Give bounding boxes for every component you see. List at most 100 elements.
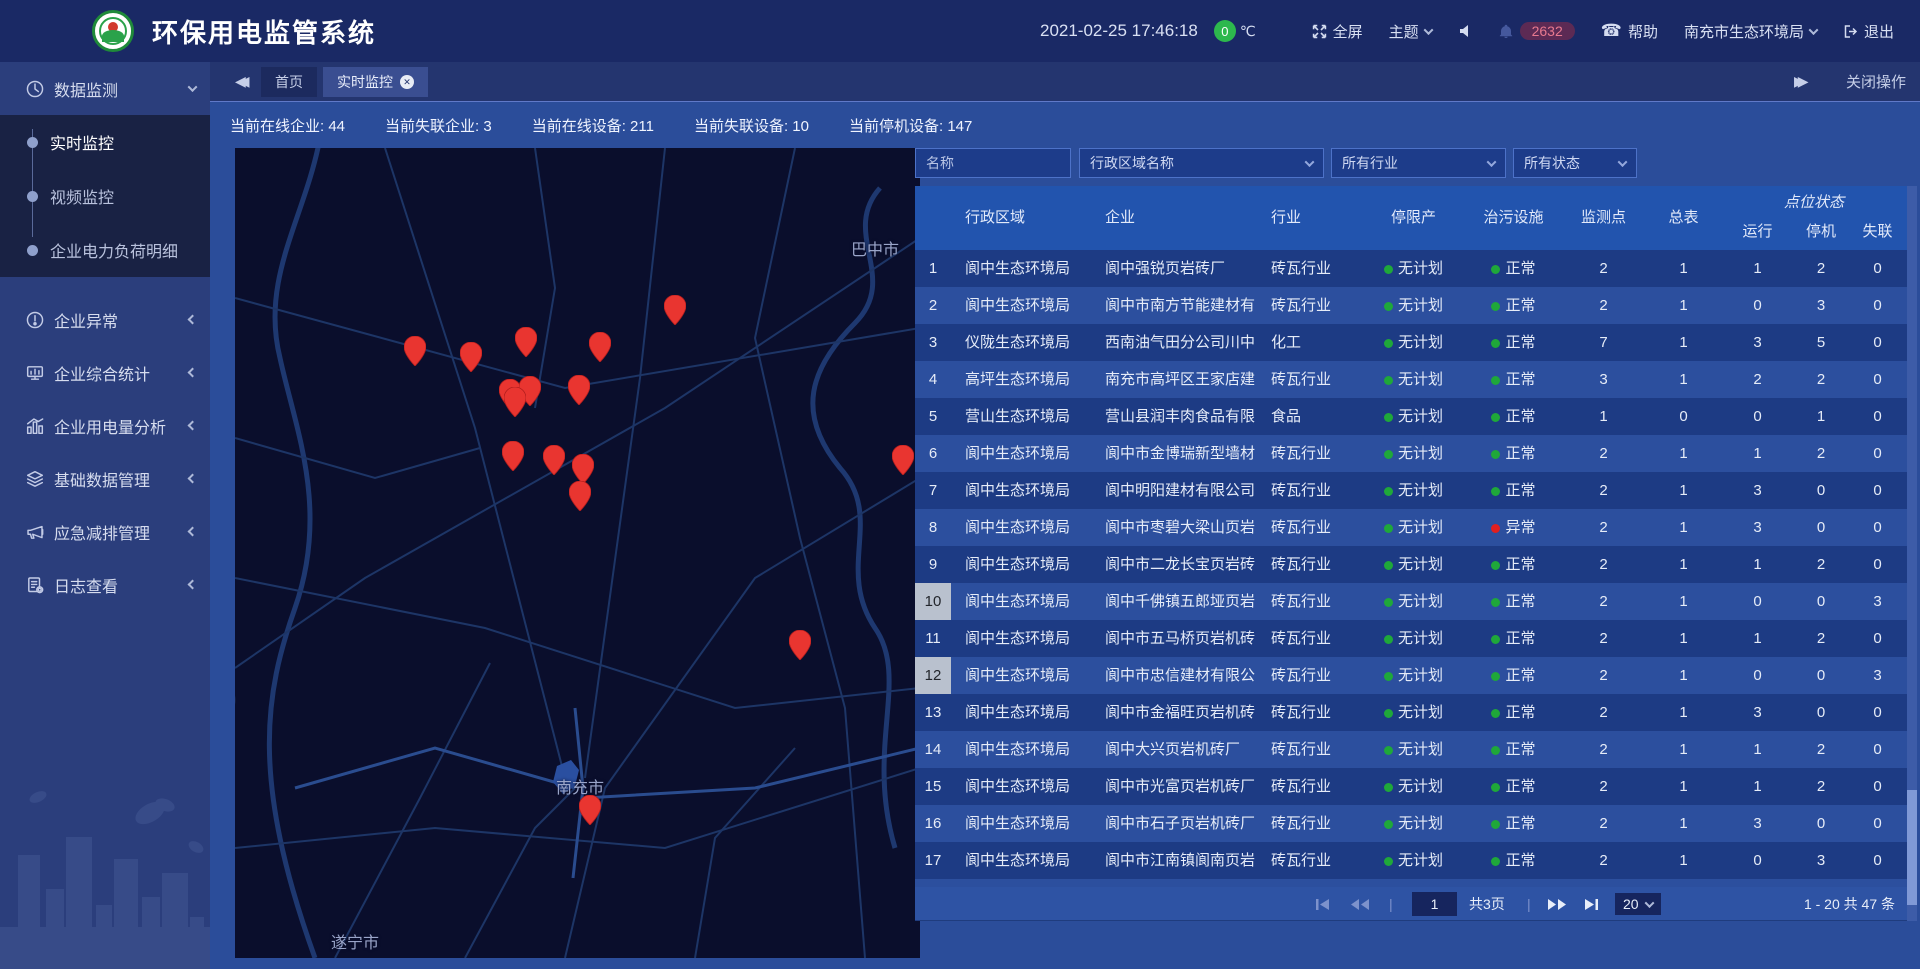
column-header[interactable]: 行业	[1267, 186, 1361, 250]
logout-button[interactable]: 退出	[1843, 21, 1894, 42]
column-header[interactable]: 企业	[1091, 186, 1267, 250]
map-marker-icon[interactable]	[543, 445, 565, 475]
map-marker-icon[interactable]	[589, 332, 611, 362]
column-header[interactable]: 失联	[1848, 220, 1907, 250]
table-row[interactable]: 13阆中生态环境局阆中市金福旺页岩机砖砖瓦行业无计划正常21300	[915, 694, 1907, 731]
status-filter-select[interactable]: 所有状态	[1513, 148, 1637, 178]
tabs-scroll-left-button[interactable]: ◀◀	[235, 73, 261, 90]
sidebar-item-4[interactable]: 基础数据管理	[0, 452, 210, 505]
sidebar-subitem-企业电力负荷明细[interactable]: 企业电力负荷明细	[0, 223, 210, 277]
map-marker-icon[interactable]	[568, 375, 590, 405]
first-page-button[interactable]	[1315, 887, 1331, 921]
table-row[interactable]: 16阆中生态环境局阆中市石子页岩机砖厂砖瓦行业无计划正常21300	[915, 805, 1907, 842]
map-marker-icon[interactable]	[404, 336, 426, 366]
status-dot-icon	[1491, 376, 1500, 385]
column-header[interactable]: 行政区域	[951, 186, 1091, 250]
table-row[interactable]: 11阆中生态环境局阆中市五马桥页岩机砖砖瓦行业无计划正常21120	[915, 620, 1907, 657]
notifications[interactable]: 2632	[1498, 22, 1575, 40]
fullscreen-button[interactable]: 全屏	[1312, 21, 1363, 42]
map-roads	[235, 148, 920, 958]
table-row[interactable]: 4高坪生态环境局南充市高坪区王家店建砖瓦行业无计划正常31220	[915, 361, 1907, 398]
status-dot-icon	[1384, 635, 1393, 644]
sidebar-item-5[interactable]: 应急减排管理	[0, 505, 210, 558]
chevron-left-icon	[188, 527, 198, 537]
table-row[interactable]: 8阆中生态环境局阆中市枣碧大梁山页岩砖瓦行业无计划异常21300	[915, 509, 1907, 546]
scrollbar-thumb[interactable]	[1907, 790, 1917, 905]
next-page-button[interactable]	[1547, 887, 1567, 921]
app-header: 环保用电监管系统 2021-02-25 17:46:18 0 ℃ 全屏 主题	[0, 0, 1920, 62]
chevron-left-icon	[188, 421, 198, 431]
sidebar-item-6[interactable]: 日志查看	[0, 558, 210, 611]
sidebar-subitem-实时监控[interactable]: 实时监控	[0, 115, 210, 169]
column-header[interactable]: 运行	[1721, 220, 1794, 250]
monitoring-panel: 行政区域名称 所有行业 所有状态 行政区域企业行业停限产治污设施监测点总表点位状…	[915, 148, 1907, 958]
enterprise-alert-icon	[26, 311, 44, 329]
table-row[interactable]: 9阆中生态环境局阆中市二龙长宝页岩砖砖瓦行业无计划正常21120	[915, 546, 1907, 583]
table-row[interactable]: 15阆中生态环境局阆中市光富页岩机砖厂砖瓦行业无计划正常21120	[915, 768, 1907, 805]
region-filter-select[interactable]: 行政区域名称	[1079, 148, 1324, 178]
name-input[interactable]	[926, 155, 1060, 171]
tab-首页[interactable]: 首页	[261, 67, 317, 97]
sidebar-item-2[interactable]: 企业综合统计	[0, 346, 210, 399]
sound-toggle[interactable]	[1458, 24, 1472, 38]
theme-dropdown[interactable]: 主题	[1389, 21, 1432, 42]
column-header[interactable]: 停机	[1794, 220, 1848, 250]
column-header[interactable]: 治污设施	[1466, 186, 1561, 250]
industry-filter-select[interactable]: 所有行业	[1331, 148, 1506, 178]
map-marker-icon[interactable]	[504, 387, 526, 417]
table-row[interactable]: 18南部生态环境局南部县砌华水泥有限公建材加工无计划正常21030	[915, 879, 1907, 887]
page-number-input[interactable]	[1412, 892, 1457, 916]
map-marker-icon[interactable]	[892, 445, 914, 475]
map-marker-icon[interactable]	[572, 454, 594, 484]
status-dot-icon	[1491, 783, 1500, 792]
table-row[interactable]: 2阆中生态环境局阆中市南方节能建材有砖瓦行业无计划正常21030	[915, 287, 1907, 324]
status-dot-icon	[1491, 339, 1500, 348]
temperature-unit: ℃	[1240, 23, 1256, 40]
last-page-button[interactable]	[1583, 887, 1599, 921]
status-dot-icon	[1491, 302, 1500, 311]
stat-item: 当前停机设备: 147	[849, 115, 972, 136]
map-marker-icon[interactable]	[664, 295, 686, 325]
map-marker-icon[interactable]	[515, 327, 537, 357]
column-header[interactable]: 监测点	[1561, 186, 1646, 250]
name-filter-input[interactable]	[915, 148, 1071, 178]
table-row[interactable]: 17阆中生态环境局阆中市江南镇阆南页岩砖瓦行业无计划正常21030	[915, 842, 1907, 879]
sidebar-item-0[interactable]: 数据监测	[0, 62, 210, 115]
table-header: 行政区域企业行业停限产治污设施监测点总表点位状态运行停机失联	[915, 186, 1907, 250]
table-row[interactable]: 6阆中生态环境局阆中市金博瑞新型墙材砖瓦行业无计划正常21120	[915, 435, 1907, 472]
table-row[interactable]: 1阆中生态环境局阆中强锐页岩砖厂砖瓦行业无计划正常21120	[915, 250, 1907, 287]
table-row[interactable]: 10阆中生态环境局阆中千佛镇五郎垭页岩砖瓦行业无计划正常21003	[915, 583, 1907, 620]
help-button[interactable]: ☎ 帮助	[1601, 21, 1658, 42]
stat-item: 当前失联设备: 10	[694, 115, 809, 136]
table-row[interactable]: 7阆中生态环境局阆中明阳建材有限公司砖瓦行业无计划正常21300	[915, 472, 1907, 509]
sidebar-item-1[interactable]: 企业异常	[0, 293, 210, 346]
map-marker-icon[interactable]	[579, 795, 601, 825]
map-panel[interactable]: 巴中市南充市遂宁市 ◀	[235, 148, 920, 958]
map-marker-icon[interactable]	[502, 441, 524, 471]
column-header[interactable]: 停限产	[1361, 186, 1466, 250]
table-row[interactable]: 3仪陇生态环境局西南油气田分公司川中化工无计划正常71350	[915, 324, 1907, 361]
column-header[interactable]: 总表	[1646, 186, 1721, 250]
tab-实时监控[interactable]: 实时监控✕	[323, 67, 428, 97]
bell-icon	[1498, 23, 1514, 39]
tab-close-icon[interactable]: ✕	[400, 75, 414, 89]
table-row[interactable]: 12阆中生态环境局阆中市忠信建材有限公砖瓦行业无计划正常21003	[915, 657, 1907, 694]
map-marker-icon[interactable]	[460, 342, 482, 372]
sidebar-item-3[interactable]: 企业用电量分析	[0, 399, 210, 452]
temperature-badge: 0	[1214, 20, 1236, 42]
map-marker-icon[interactable]	[569, 481, 591, 511]
status-dot-icon	[1491, 487, 1500, 496]
prev-page-button[interactable]	[1350, 887, 1370, 921]
table-scrollbar[interactable]	[1907, 186, 1917, 921]
status-dot-icon	[1384, 561, 1393, 570]
table-row[interactable]: 14阆中生态环境局阆中大兴页岩机砖厂砖瓦行业无计划正常21120	[915, 731, 1907, 768]
organization-dropdown[interactable]: 南充市生态环境局	[1684, 21, 1817, 42]
close-operations-button[interactable]: 关闭操作	[1846, 71, 1906, 92]
bullet-dot-icon	[27, 191, 38, 202]
map-marker-icon[interactable]	[789, 630, 811, 660]
tabs-scroll-right-button[interactable]: ▶▶	[1794, 73, 1820, 90]
table-row[interactable]: 5营山生态环境局营山县润丰肉食品有限食品无计划正常10010	[915, 398, 1907, 435]
page-size-select[interactable]: 20	[1615, 893, 1661, 915]
sidebar-subitem-视频监控[interactable]: 视频监控	[0, 169, 210, 223]
filter-bar: 行政区域名称 所有行业 所有状态	[915, 148, 1907, 178]
